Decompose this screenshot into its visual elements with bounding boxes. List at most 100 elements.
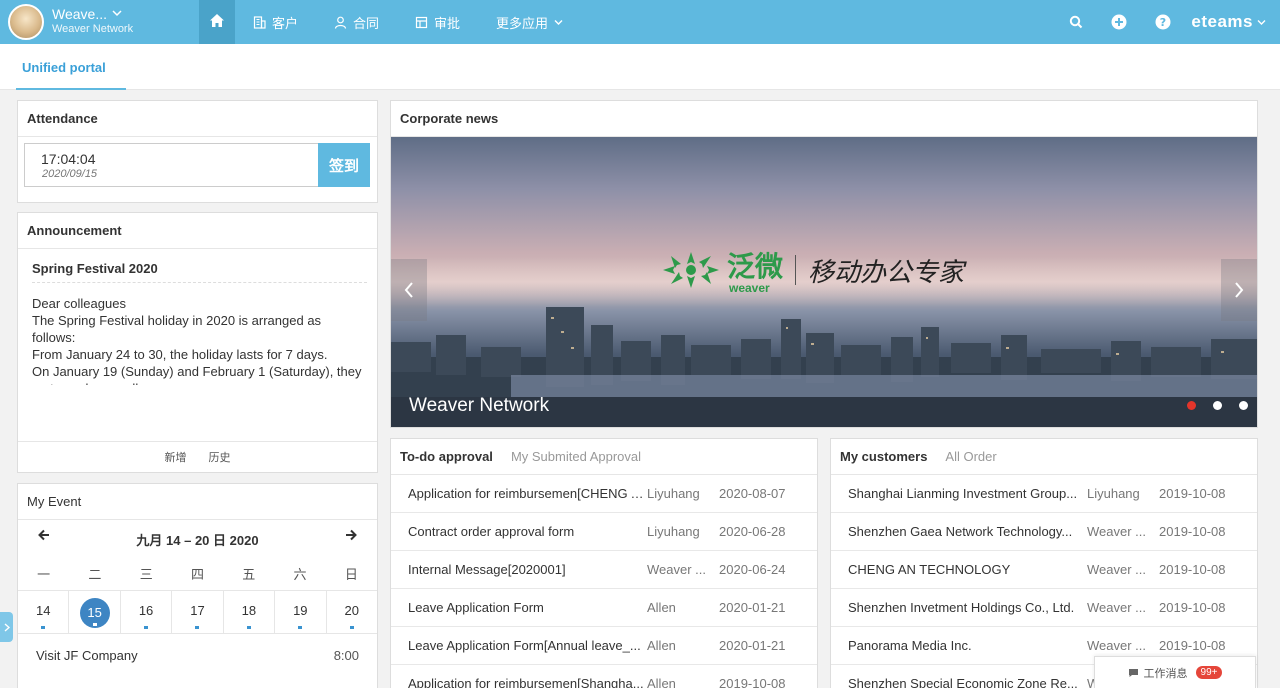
top-navigation-bar: Weave... Weaver Network 客户 合同 审批 更多应用 ? … (0, 0, 1280, 44)
weekday-label: 六 (293, 567, 307, 582)
nav-contracts-label: 合同 (353, 15, 380, 31)
calendar-day-selected[interactable]: 15 (69, 591, 121, 633)
corporate-news-title: Corporate news (391, 101, 1257, 137)
table-row[interactable]: Application for reimbursemen[Shangha... A… (391, 665, 817, 688)
announcement-item-title[interactable]: Spring Festival 2020 (32, 261, 158, 276)
corporate-news-panel: Corporate news 泛微 weaver 移动办公专家 Weaver N… (390, 100, 1258, 428)
carousel-next-button[interactable] (1221, 259, 1257, 321)
work-messages-button[interactable]: 工作消息 99+ (1094, 656, 1256, 688)
todo-approval-panel: To-do approval My Submited Approval Appl… (390, 438, 818, 688)
sidebar-toggle[interactable] (0, 612, 13, 642)
table-row[interactable]: Shanghai Lianming Investment Group... Liy… (831, 475, 1257, 513)
customer-owner: Liyuhang (1087, 486, 1140, 501)
event-dot (144, 626, 149, 629)
table-row[interactable]: Internal Message[2020001] Weaver ... 2020-… (391, 551, 817, 589)
calendar-day[interactable]: 18 (224, 591, 276, 633)
carousel-dot[interactable] (1213, 401, 1222, 410)
chat-icon (1128, 668, 1139, 678)
chevron-down-icon[interactable] (1257, 19, 1266, 26)
customer-date: 2019-10-08 (1159, 524, 1226, 539)
svg-text:?: ? (1160, 16, 1166, 29)
approval-user: Liyuhang (647, 486, 700, 501)
weekday-label: 四 (190, 567, 204, 582)
chevron-down-icon (554, 19, 563, 26)
table-row[interactable]: Leave Application Form Allen 2020-01-21 (391, 589, 817, 627)
customer-owner: Weaver ... (1087, 600, 1147, 615)
nav-more-apps[interactable]: 更多应用 (478, 0, 581, 44)
add-announcement-link[interactable]: 新增 (165, 449, 187, 465)
document-icon (415, 16, 428, 29)
table-row[interactable]: Application for reimbursemen[CHENG AN...… (391, 475, 817, 513)
carousel-dot[interactable] (1239, 401, 1248, 410)
arrow-right-icon[interactable] (345, 528, 357, 545)
customer-name: Shenzhen Gaea Network Technology... (848, 524, 1073, 539)
carousel-dot-active[interactable] (1187, 401, 1196, 410)
event-dot (41, 626, 46, 629)
company-switcher[interactable]: Weave... Weaver Network (8, 4, 133, 40)
tab-unified-portal[interactable]: Unified portal (16, 60, 126, 90)
calendar-day[interactable]: 19 (275, 591, 327, 633)
approval-user: Allen (647, 676, 676, 688)
calendar-day[interactable]: 14 (18, 591, 70, 633)
add-icon[interactable] (1111, 14, 1127, 30)
customer-date: 2019-10-08 (1159, 600, 1226, 615)
brand-slogan: 移动办公专家 (808, 257, 965, 288)
attendance-time: 17:04:04 (41, 151, 96, 167)
tab-todo-approval[interactable]: To-do approval (400, 449, 493, 464)
user-icon (334, 16, 347, 29)
tab-all-order[interactable]: All Order (945, 449, 996, 464)
company-full-name: Weaver Network (52, 23, 134, 35)
customer-name: Shenzhen Invetment Holdings Co., Ltd. (848, 600, 1075, 615)
table-row[interactable]: Shenzhen Invetment Holdings Co., Ltd. Wea… (831, 589, 1257, 627)
calendar-day[interactable]: 16 (121, 591, 173, 633)
day-number: 14 (35, 603, 51, 618)
table-row[interactable]: Shenzhen Gaea Network Technology... Weave… (831, 513, 1257, 551)
weekday-header: 一 二 三 四 五 六 日 (18, 564, 377, 583)
approval-user: Allen (647, 600, 676, 615)
my-customers-panel: My customers All Order Shanghai Lianming… (830, 438, 1258, 688)
day-number: 18 (241, 603, 257, 618)
news-carousel[interactable]: 泛微 weaver 移动办公专家 Weaver Network (391, 137, 1257, 427)
carousel-prev-button[interactable] (391, 259, 427, 321)
search-icon[interactable] (1069, 15, 1083, 29)
weekday-label: 三 (139, 567, 153, 582)
nav-customers[interactable]: 客户 (235, 0, 316, 44)
table-row[interactable]: Leave Application Form[Annual leave_... A… (391, 627, 817, 665)
help-icon[interactable]: ? (1155, 14, 1171, 30)
nav-home[interactable] (199, 0, 235, 44)
history-link[interactable]: 历史 (209, 449, 231, 465)
week-days: 14 15 16 17 18 19 20 (18, 590, 377, 634)
nav-approval[interactable]: 审批 (397, 0, 478, 44)
weekday-label: 五 (242, 567, 256, 582)
my-event-title: My Event (18, 484, 377, 520)
table-row[interactable]: CHENG AN TECHNOLOGY Weaver ... 2019-10-08 (831, 551, 1257, 589)
event-item[interactable]: Visit JF Company 8:00 (36, 648, 359, 663)
home-icon (209, 13, 225, 31)
attendance-title: Attendance (18, 101, 377, 137)
approval-date: 2019-10-08 (719, 676, 786, 688)
eteams-logo[interactable]: eteams (1191, 12, 1253, 32)
attendance-panel: Attendance 17:04:04 2020/09/15 签到 (17, 100, 378, 203)
divider (795, 255, 797, 285)
portal-tab-bar: Unified portal (0, 44, 1280, 90)
customer-name: Shanghai Lianming Investment Group... (848, 486, 1078, 501)
calendar-day[interactable]: 17 (172, 591, 224, 633)
day-number: 16 (138, 603, 154, 618)
announcement-title: Announcement (18, 213, 377, 249)
event-dot (246, 626, 251, 629)
customer-owner: Weaver ... (1087, 524, 1147, 539)
approval-user: Liyuhang (647, 524, 700, 539)
event-dot (349, 626, 354, 629)
check-in-button[interactable]: 签到 (318, 143, 370, 187)
table-row[interactable]: Contract order approval form Liyuhang 2020… (391, 513, 817, 551)
approval-date: 2020-08-07 (719, 486, 786, 501)
announcement-panel: Announcement Spring Festival 2020 Dear c… (17, 212, 378, 473)
tab-my-customers[interactable]: My customers (840, 449, 927, 464)
tab-submitted-approval[interactable]: My Submited Approval (511, 449, 641, 464)
calendar-day[interactable]: 20 (327, 591, 377, 633)
chevron-left-icon (404, 282, 413, 298)
chevron-right-icon (4, 622, 10, 632)
nav-contracts[interactable]: 合同 (316, 0, 397, 44)
day-number: 20 (344, 603, 359, 618)
nav-customers-label: 客户 (272, 15, 299, 31)
